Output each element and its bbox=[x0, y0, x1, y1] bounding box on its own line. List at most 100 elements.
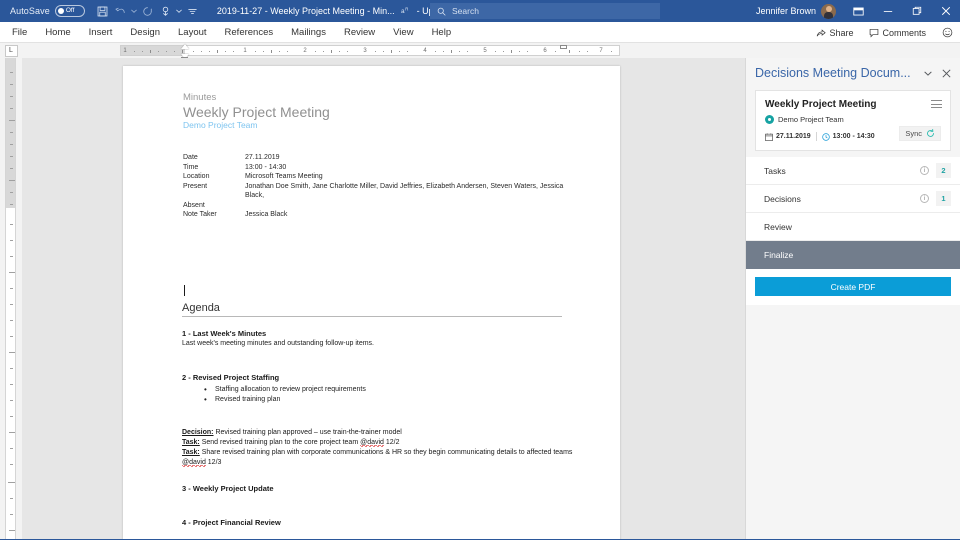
section-bullet-list: Staffing allocation to review project re… bbox=[182, 384, 582, 406]
nav-item-review[interactable]: Review bbox=[746, 213, 960, 241]
touch-mode-chevron-down-icon[interactable] bbox=[175, 2, 183, 20]
meta-key: Time bbox=[183, 163, 199, 171]
meta-value bbox=[245, 201, 583, 211]
avatar[interactable] bbox=[821, 3, 836, 19]
nav-item-finalize[interactable]: Finalize bbox=[746, 241, 960, 269]
comment-icon bbox=[870, 28, 879, 37]
meta-key: Location bbox=[183, 173, 210, 181]
nav-item-label: Review bbox=[764, 221, 792, 232]
tab-stop-selector[interactable]: L bbox=[0, 43, 22, 58]
entry-due: 12/3 bbox=[205, 458, 222, 466]
tab-layout[interactable]: Layout bbox=[169, 22, 216, 43]
tasks-count-badge: 2 bbox=[936, 163, 951, 178]
meta-key: Date bbox=[183, 154, 198, 161]
section-title: 3 - Weekly Project Update bbox=[182, 484, 274, 493]
document-page[interactable]: Minutes Weekly Project Meeting Demo Proj… bbox=[123, 66, 620, 540]
entry-label: Task: bbox=[182, 448, 200, 456]
redo-icon[interactable] bbox=[139, 2, 156, 20]
ruler-ticks: 1 1 2 3 4 5 6 7 bbox=[121, 46, 619, 55]
autosave-label: AutoSave bbox=[10, 6, 50, 16]
decisions-count-badge: 1 bbox=[936, 191, 951, 206]
task-pane-close-icon[interactable] bbox=[939, 64, 954, 82]
tab-file[interactable]: File bbox=[0, 22, 36, 43]
entry-label: Task: bbox=[182, 438, 200, 446]
tab-home[interactable]: Home bbox=[36, 22, 79, 43]
sync-button[interactable]: Sync bbox=[899, 126, 941, 141]
document-canvas[interactable]: Minutes Weekly Project Meeting Demo Proj… bbox=[22, 58, 745, 540]
touch-mouse-mode-icon[interactable] bbox=[157, 2, 174, 20]
meta-value: Jonathan Doe Smith, Jane Charlotte Mille… bbox=[245, 182, 564, 200]
nav-item-tasks[interactable]: Tasks i 2 bbox=[746, 157, 960, 185]
undo-icon[interactable] bbox=[112, 2, 129, 20]
customize-quick-access-toolbar-icon[interactable] bbox=[184, 2, 201, 20]
create-pdf-section: Create PDF bbox=[746, 269, 960, 305]
section-title: 1 - Last Week's Minutes bbox=[182, 329, 267, 338]
info-icon[interactable]: i bbox=[920, 194, 929, 203]
autosave-toggle[interactable]: Off bbox=[54, 5, 85, 17]
section-title: 2 - Revised Project Staffing bbox=[182, 373, 280, 382]
meta-value: 13:00 - 14:30 bbox=[245, 163, 287, 171]
team-badge-icon bbox=[765, 115, 774, 124]
comments-label: Comments bbox=[882, 27, 926, 38]
meta-row: Time 13:00 - 14:30 bbox=[183, 163, 583, 173]
share-button[interactable]: Share bbox=[808, 22, 861, 43]
account-name: Jennifer Brown bbox=[755, 6, 816, 16]
quick-access-toolbar bbox=[94, 2, 201, 20]
tab-view[interactable]: View bbox=[384, 22, 422, 43]
horizontal-ruler[interactable]: 1 1 2 3 4 5 6 7 bbox=[120, 44, 620, 61]
task-pane-options-chevron-down-icon[interactable] bbox=[920, 64, 935, 82]
ribbon-right-cluster: Share Comments bbox=[808, 22, 960, 43]
restore-icon[interactable] bbox=[902, 0, 931, 22]
nav-item-decisions[interactable]: Decisions i 1 bbox=[746, 185, 960, 213]
tab-insert[interactable]: Insert bbox=[80, 22, 122, 43]
info-icon[interactable]: i bbox=[920, 166, 929, 175]
ribbon-tab-bar: File Home Insert Design Layout Reference… bbox=[0, 22, 960, 43]
meta-row: Note Taker Jessica Black bbox=[183, 210, 583, 220]
feedback-smiley-icon[interactable] bbox=[934, 22, 960, 43]
meeting-card: Weekly Project Meeting Demo Project Team… bbox=[755, 90, 951, 151]
meeting-metadata: Date 27.11.2019 Time 13:00 - 14:30 Locatio… bbox=[183, 153, 583, 220]
list-item: Revised training plan bbox=[182, 394, 582, 406]
task-pane-title: Decisions Meeting Docum... bbox=[755, 66, 911, 80]
meeting-time-group: 13:00 - 14:30 bbox=[821, 132, 875, 141]
tab-mailings[interactable]: Mailings bbox=[282, 22, 335, 43]
comments-button[interactable]: Comments bbox=[861, 22, 934, 43]
agenda-section-1: 1 - Last Week's Minutes Last week's meet… bbox=[182, 329, 582, 347]
tab-references[interactable]: References bbox=[216, 22, 283, 43]
tab-help[interactable]: Help bbox=[423, 22, 461, 43]
undo-dropdown-chevron-down-icon[interactable] bbox=[130, 2, 138, 20]
tab-design[interactable]: Design bbox=[121, 22, 169, 43]
minimize-icon[interactable] bbox=[873, 0, 902, 22]
agenda-section-2: 2 - Revised Project Staffing Staffing al… bbox=[182, 373, 582, 406]
ribbon-display-options-icon[interactable] bbox=[844, 0, 873, 22]
autosave-state-label: Off bbox=[65, 6, 75, 14]
meta-divider bbox=[815, 132, 817, 141]
agenda-section-3: 3 - Weekly Project Update bbox=[182, 484, 582, 493]
save-icon[interactable] bbox=[94, 2, 111, 20]
meeting-time: 13:00 - 14:30 bbox=[832, 133, 875, 140]
text-cursor bbox=[184, 285, 185, 296]
clock-icon bbox=[821, 132, 830, 141]
meeting-date: 27.11.2019 bbox=[776, 133, 811, 140]
accessibility-aa-icon: aR bbox=[401, 6, 411, 16]
nav-item-label: Decisions bbox=[764, 193, 801, 204]
close-icon[interactable] bbox=[931, 0, 960, 22]
search-icon bbox=[437, 7, 446, 15]
first-line-indent-marker[interactable] bbox=[181, 44, 189, 49]
horizontal-ruler-row: L 1 1 2 3 4 5 6 7 bbox=[0, 43, 960, 61]
meta-row: Present Jonathan Doe Smith, Jane Charlott… bbox=[183, 182, 583, 201]
agenda-heading: Agenda bbox=[182, 302, 562, 317]
autosave-control[interactable]: AutoSave Off bbox=[0, 5, 85, 17]
meeting-card-menu-icon[interactable] bbox=[931, 100, 942, 111]
create-pdf-button[interactable]: Create PDF bbox=[755, 277, 951, 296]
meta-row: Date 27.11.2019 bbox=[183, 153, 583, 163]
tab-review[interactable]: Review bbox=[335, 22, 384, 43]
share-label: Share bbox=[829, 27, 854, 38]
meta-key: Absent bbox=[183, 201, 205, 209]
title-bar: AutoSave Off 2019-11-27 - Weekly Project bbox=[0, 0, 960, 22]
right-indent-marker[interactable] bbox=[560, 45, 567, 49]
mention-david[interactable]: @david bbox=[360, 438, 384, 447]
vertical-ruler[interactable] bbox=[0, 58, 22, 540]
search-input[interactable]: Search bbox=[430, 3, 660, 19]
mention-david[interactable]: @david bbox=[182, 458, 206, 467]
